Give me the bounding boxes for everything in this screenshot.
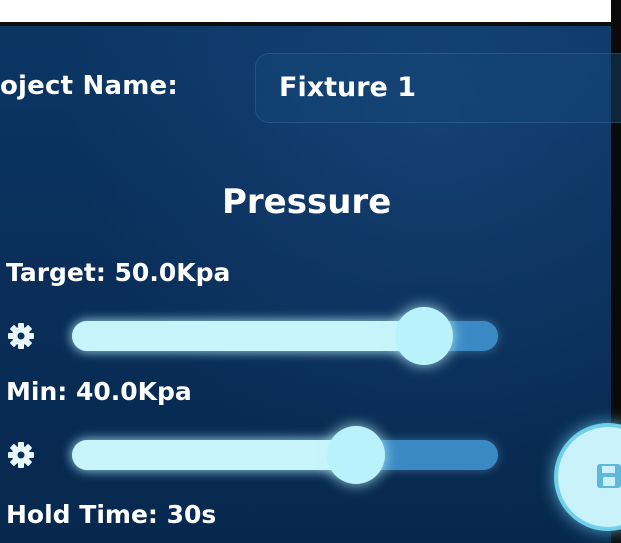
min-slider[interactable] bbox=[72, 426, 498, 484]
min-slider-knob[interactable] bbox=[327, 426, 385, 484]
min-label: Min: 40.0Kpa bbox=[6, 377, 192, 406]
project-name-value: Fixture 1 bbox=[279, 72, 417, 103]
project-name-field[interactable]: Fixture 1 bbox=[255, 53, 621, 123]
target-slider[interactable] bbox=[72, 307, 498, 365]
gear-icon[interactable] bbox=[6, 321, 36, 351]
target-slider-knob[interactable] bbox=[395, 307, 453, 365]
device-screen: oject Name: Fixture 1 Pressure Target: 5… bbox=[0, 0, 621, 543]
min-slider-fill bbox=[72, 440, 362, 470]
save-icon bbox=[597, 464, 621, 488]
target-label: Target: 50.0Kpa bbox=[6, 258, 231, 287]
hold-time-label: Hold Time: 30s bbox=[6, 500, 217, 529]
section-title: Pressure bbox=[222, 182, 392, 222]
top-bar bbox=[0, 0, 621, 26]
gear-icon[interactable] bbox=[6, 440, 36, 470]
project-name-label: oject Name: bbox=[0, 71, 178, 101]
target-slider-fill bbox=[72, 321, 430, 351]
save-button[interactable] bbox=[554, 423, 621, 531]
